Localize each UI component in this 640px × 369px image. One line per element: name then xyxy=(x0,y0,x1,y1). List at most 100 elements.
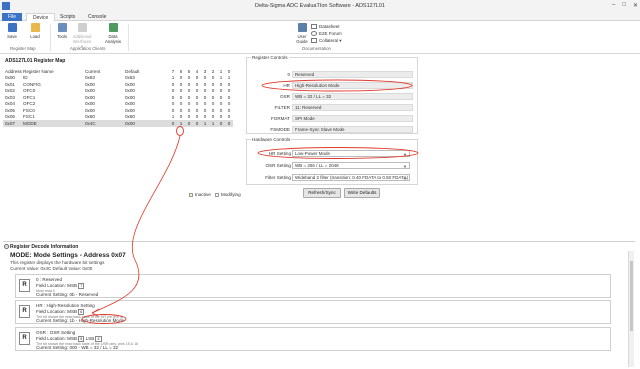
tools-icon xyxy=(57,23,67,32)
decode-values: Current Value: 0x4C Default Value: 0x00 xyxy=(10,266,93,271)
register-decode-panel: MODE: Mode Settings - Address 0x07 This … xyxy=(3,251,628,369)
close-button[interactable]: ✕ xyxy=(633,2,638,9)
tab-device[interactable]: Device xyxy=(26,13,56,21)
register-decode-title: Register Decode Information xyxy=(10,244,79,250)
user-guide-label: User Guide xyxy=(296,34,308,44)
field-location-label: Field Location: MSB xyxy=(36,309,78,314)
field-current-setting: Current Setting: 000 - WB = 32 / LL = 32 xyxy=(36,345,119,350)
documentation-links: Datasheet E2E Forum Collateral ▾ xyxy=(311,23,342,44)
field-row-format: FORMAT SPI Mode xyxy=(247,115,417,123)
field-card-osr: R OSR : OSR Setting Field Location: MSB 5… xyxy=(15,327,611,351)
read-only-badge: R xyxy=(19,279,30,292)
table-cell: 0x07 xyxy=(3,120,23,127)
field-location-label: Field Location: MSB xyxy=(36,283,78,288)
data-analysis-button[interactable]: Data Analysis xyxy=(104,23,122,44)
e2e-forum-link[interactable]: E2E Forum xyxy=(311,30,342,37)
field-value-fsmode[interactable]: Frame-Sync Slave Mode xyxy=(292,126,413,133)
collapse-icon[interactable]: − xyxy=(4,244,9,249)
filter-setting-row: Filter Setting Wideband 2 filter (transi… xyxy=(247,174,417,182)
field-value-format[interactable]: SPI Mode xyxy=(292,115,413,122)
tab-console[interactable]: Console xyxy=(82,13,112,21)
save-button[interactable]: Save xyxy=(4,23,20,39)
field-value-reserved[interactable]: Reserved xyxy=(292,71,413,78)
osr-setting-select[interactable]: WB = 256 / LL = 2048 ▼ xyxy=(292,162,410,169)
field-label: 0 xyxy=(287,72,290,77)
column-header: Address xyxy=(5,68,22,74)
refresh-sync-button[interactable]: Refresh/Sync xyxy=(303,188,341,198)
bit-cell[interactable]: 1 xyxy=(201,120,209,127)
folder-icon xyxy=(30,23,40,32)
load-button[interactable]: Load xyxy=(27,23,43,39)
osr-setting-row: OSR Setting WB = 256 / LL = 2048 ▼ xyxy=(247,162,417,170)
tools-label: Tools xyxy=(56,34,68,39)
field-row-osr: OSR WB = 32 / LL = 32 xyxy=(247,93,417,101)
write-defaults-button[interactable]: Write Defaults xyxy=(344,188,380,198)
field-row-fsmode: FSMODE Frame-Sync Slave Mode xyxy=(247,126,417,134)
tab-file[interactable]: File xyxy=(2,13,23,21)
scrollbar-thumb[interactable] xyxy=(630,261,633,331)
legend-modifying: Modifying xyxy=(215,192,241,197)
tab-scripts[interactable]: Scripts xyxy=(54,13,81,21)
read-only-badge: R xyxy=(19,332,30,345)
bit-cell[interactable]: 0 xyxy=(217,120,225,127)
field-value-osr[interactable]: WB = 32 / LL = 32 xyxy=(292,93,413,100)
field-label: HR xyxy=(283,83,290,88)
modifying-swatch xyxy=(215,192,219,197)
chart-icon xyxy=(108,23,118,32)
minimize-button[interactable]: – xyxy=(612,2,615,9)
filter-setting-value: Wideband 2 filter (transition: 0.40 FDAT… xyxy=(295,175,408,180)
chevron-down-icon: ▼ xyxy=(403,176,407,181)
osr-setting-value: WB = 256 / LL = 2048 xyxy=(295,163,339,168)
datasheet-link[interactable]: Datasheet xyxy=(311,23,342,30)
bit-cell[interactable]: 0 xyxy=(169,120,177,127)
field-card-reserved: R 0 : Reserved Field Location: MSB 7 Must… xyxy=(15,274,611,298)
chevron-down-icon: ▼ xyxy=(403,164,407,169)
field-row-filter: FILTER 11: Reserved xyxy=(247,104,417,112)
bit6-highlight xyxy=(176,126,184,136)
bit-cell[interactable]: 0 xyxy=(185,120,193,127)
decode-scrollbar[interactable] xyxy=(628,251,634,367)
hardware-controls-title: Hardware Controls xyxy=(251,137,292,142)
hr-setting-select[interactable]: Low-Power Mode ▼ xyxy=(292,150,410,157)
bit-cell[interactable]: 1 xyxy=(177,120,185,127)
bit-box: 7 xyxy=(78,283,85,289)
collateral-link[interactable]: Collateral ▾ xyxy=(311,37,342,44)
book-icon xyxy=(297,23,307,32)
tools-button[interactable]: Tools xyxy=(54,23,70,39)
chevron-down-icon: ▼ xyxy=(403,152,407,157)
window-title: Delta-Sigma ADC EvaluaTIon Software - AD… xyxy=(255,3,385,9)
hr-setting-row: HR Setting Low-Power Mode ▼ xyxy=(247,150,417,158)
field-row-0: 0 Reserved xyxy=(247,71,417,79)
field-name: HR : High-Resolution Setting xyxy=(36,303,95,308)
field-card-hr: R HR : High-Resolution Setting Field Loc… xyxy=(15,300,611,324)
register-decode-header[interactable]: − Register Decode Information xyxy=(3,241,635,250)
user-guide-button[interactable]: User Guide xyxy=(294,23,310,44)
read-only-badge: R xyxy=(19,305,30,318)
bit-cell[interactable]: 1 xyxy=(209,120,217,127)
field-row-hr: HR High-Resolution Mode xyxy=(247,82,417,90)
load-label: Load xyxy=(30,34,40,39)
group-register-map: Register Map xyxy=(10,46,36,51)
field-label: FSMODE xyxy=(270,127,290,132)
save-label: Save xyxy=(7,34,17,39)
filter-setting-select[interactable]: Wideband 2 filter (transition: 0.40 FDAT… xyxy=(292,174,410,181)
bit-cell[interactable]: 0 xyxy=(225,120,233,127)
register-map-table: Address Register Name Current Default 7 … xyxy=(3,68,233,127)
inactive-swatch xyxy=(189,192,193,197)
ribbon-separator xyxy=(128,24,129,51)
field-value-hr[interactable]: High-Resolution Mode xyxy=(292,82,413,89)
data-analysis-label: Data Analysis xyxy=(104,34,121,44)
group-application-clients: Application Clients xyxy=(70,46,106,51)
field-location-label: Field Location: MSB xyxy=(36,336,78,341)
maximize-button[interactable]: □ xyxy=(622,2,626,9)
field-current-setting: Current Setting: 0b - Reserved xyxy=(36,292,99,297)
legend-inactive-label: Inactive xyxy=(195,192,211,197)
field-value-filter[interactable]: 11: Reserved xyxy=(292,104,413,111)
legend-inactive: Inactive xyxy=(189,192,211,197)
datasheet-label: Datasheet xyxy=(319,24,340,29)
group-documentation: Documentation xyxy=(302,46,331,51)
legend-modifying-label: Modifying xyxy=(221,192,241,197)
table-row[interactable]: 0x07 MODE 0x4C 0x00 0 1 0 0 1 1 0 0 xyxy=(3,120,233,127)
table-cell: 0x00 xyxy=(125,120,169,127)
bit-cell[interactable]: 0 xyxy=(193,120,201,127)
